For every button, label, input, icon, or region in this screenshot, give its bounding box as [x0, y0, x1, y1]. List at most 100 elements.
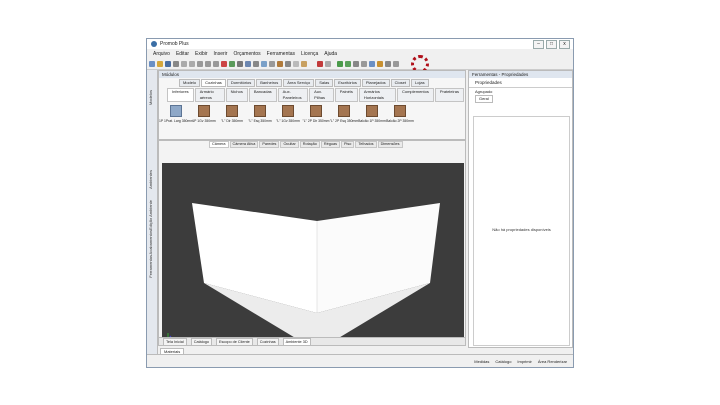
cut-icon[interactable] — [197, 61, 203, 67]
undo-icon[interactable] — [181, 61, 187, 67]
properties-toolbar-label[interactable]: Agrupado — [469, 88, 572, 95]
catalog-icon[interactable] — [377, 61, 383, 67]
module-item[interactable]: "L" Dir 350mm — [219, 105, 245, 123]
view-tab-dimensoes[interactable]: Dimensões — [377, 141, 403, 148]
delete-icon[interactable] — [221, 61, 227, 67]
category-tab-modelo[interactable]: Modelo — [179, 79, 201, 87]
bottom-tab-ambiente-3d[interactable]: Ambiente 3D — [282, 337, 311, 346]
module-item[interactable]: "L" Esq 350mm — [247, 105, 273, 123]
export-icon[interactable] — [369, 61, 375, 67]
save-icon[interactable] — [165, 61, 171, 67]
3d-canvas[interactable] — [162, 163, 464, 351]
sub-tab-armarios-horizontais[interactable]: Armários Horizontais — [358, 88, 396, 102]
side-tab-ambientes[interactable]: Ambientes — [148, 170, 156, 189]
category-tab-salas[interactable]: Salas — [315, 79, 334, 87]
cabinet-thumbnail-icon — [394, 105, 406, 117]
menu-ajuda[interactable]: Ajuda — [324, 51, 337, 57]
menu-inserir[interactable]: Inserir — [214, 51, 228, 57]
module-item-label: "L" Esq 350mm — [248, 119, 272, 123]
menu-arquivo[interactable]: Arquivo — [153, 51, 170, 57]
view-tab-camera-ativa[interactable]: Câmera Ativa — [229, 141, 259, 148]
forward-icon[interactable] — [345, 61, 351, 67]
sub-tab-aux-pilhas[interactable]: Aux. Pilhas — [309, 88, 334, 102]
sub-tab-prateleiras[interactable]: Prateleiras — [434, 88, 464, 102]
side-tab-ferramentas[interactable]: Ferramentas — [148, 255, 156, 278]
category-tab-escritorios[interactable]: Escritórios — [334, 79, 361, 87]
texture-icon[interactable] — [301, 61, 307, 67]
modules-panel-title: Módulos — [159, 71, 465, 78]
category-tab-lojas[interactable]: Lojas — [411, 79, 429, 87]
move-icon[interactable] — [229, 61, 235, 67]
sub-tab-bancadas[interactable]: Bancadas — [248, 88, 277, 102]
paste-icon[interactable] — [213, 61, 219, 67]
menu-orcamentos[interactable]: Orçamentos — [233, 51, 260, 57]
grid-icon[interactable] — [293, 61, 299, 67]
redo-icon[interactable] — [189, 61, 195, 67]
layout-icon[interactable] — [353, 61, 359, 67]
properties-tab-geral[interactable]: Geral — [475, 95, 493, 103]
close-button[interactable]: x — [559, 40, 570, 49]
maximize-button[interactable]: □ — [546, 40, 557, 49]
rotate-icon[interactable] — [237, 61, 243, 67]
module-item[interactable]: "L" 2P Dir 350mm — [303, 105, 329, 123]
status-area-renderizar[interactable]: Área Renderizar — [538, 359, 567, 364]
options-icon[interactable] — [361, 61, 367, 67]
new-icon[interactable] — [149, 61, 155, 67]
view-tab-telhados[interactable]: Telhados — [355, 141, 377, 148]
green-arrow-icon[interactable] — [337, 61, 343, 67]
module-item[interactable]: "L" 2P Esq 350mm — [330, 105, 358, 123]
sub-tab-nichos[interactable]: Nichos — [225, 88, 248, 102]
minimize-button[interactable]: – — [533, 40, 544, 49]
module-item[interactable]: Balcão 1P 350mm — [358, 105, 386, 123]
status-catalogo[interactable]: Catálogo — [495, 359, 511, 364]
settings-icon[interactable] — [385, 61, 391, 67]
measure-icon[interactable] — [269, 61, 275, 67]
module-item[interactable]: 1P 1Gv 350mm — [191, 105, 217, 123]
dropdown-chevron-icon[interactable] — [325, 61, 331, 67]
copy-icon[interactable] — [205, 61, 211, 67]
menu-exibir[interactable]: Exibir — [195, 51, 208, 57]
bottom-tab-escopo-cliente[interactable]: Escopo de Cliente — [215, 337, 253, 346]
material-icon[interactable] — [277, 61, 283, 67]
category-tab-planejados[interactable]: Planejados — [361, 79, 390, 87]
category-tab-closet[interactable]: Closet — [390, 79, 411, 87]
sub-tab-paineis[interactable]: Painéis — [334, 88, 358, 102]
help-icon[interactable] — [393, 61, 399, 67]
module-item[interactable]: Balcão 2P 350mm — [386, 105, 414, 123]
bottom-tab-tela-inicial[interactable]: Tela Inicial — [163, 337, 187, 346]
status-medidas[interactable]: Medidas — [474, 359, 489, 364]
menu-licenca[interactable]: Licença — [301, 51, 318, 57]
sub-tab-complementos[interactable]: Complementos — [396, 88, 434, 102]
print-icon[interactable] — [173, 61, 179, 67]
menu-ferramentas[interactable]: Ferramentas — [267, 51, 295, 57]
open-icon[interactable] — [157, 61, 163, 67]
side-tab-acabamentos[interactable]: Acabamentos — [148, 230, 156, 254]
menu-editar[interactable]: Editar — [176, 51, 189, 57]
category-tab-dormitorios[interactable]: Dormitórios — [226, 79, 256, 87]
category-tab-banheiros[interactable]: Banheiros — [256, 79, 283, 87]
render-icon[interactable] — [317, 61, 323, 67]
side-tab-edicao-ambiente[interactable]: Edição Ambiente — [148, 200, 156, 230]
view-tab-piso[interactable]: Piso — [340, 141, 355, 148]
zoom-icon[interactable] — [245, 61, 251, 67]
sub-tab-aux-paneleiros[interactable]: Aux. Paneleiros — [277, 88, 309, 102]
category-tab-area-servico[interactable]: Área Serviço — [283, 79, 315, 87]
view-tab-camera[interactable]: Câmera — [209, 141, 229, 148]
right-wall — [317, 203, 440, 313]
bottom-tab-catalogo[interactable]: Catálogo — [190, 337, 212, 346]
select-icon[interactable] — [253, 61, 259, 67]
view-tab-reguas[interactable]: Réguas — [320, 141, 340, 148]
view-tab-paredes[interactable]: Paredes — [259, 141, 280, 148]
view-tab-ocultar[interactable]: Ocultar — [280, 141, 299, 148]
snap-icon[interactable] — [285, 61, 291, 67]
sub-tab-inferiores[interactable]: Inferiores — [167, 88, 194, 102]
category-tab-cozinhas[interactable]: Cozinhas — [201, 79, 226, 87]
module-item[interactable]: "L" 1Gv 350mm — [275, 105, 301, 123]
side-tab-modelos[interactable]: Modelos — [148, 90, 156, 105]
view-tab-rotacao[interactable]: Rotação — [299, 141, 320, 148]
bottom-tab-cozinhas[interactable]: Cozinhas — [256, 337, 279, 346]
module-item[interactable]: 1P 1Prat. Larg 350mm — [159, 105, 193, 123]
view-icon[interactable] — [261, 61, 267, 67]
status-imprimir[interactable]: Imprimir — [517, 359, 531, 364]
sub-tab-armario-aereos[interactable]: Armário aéreos — [194, 88, 225, 102]
